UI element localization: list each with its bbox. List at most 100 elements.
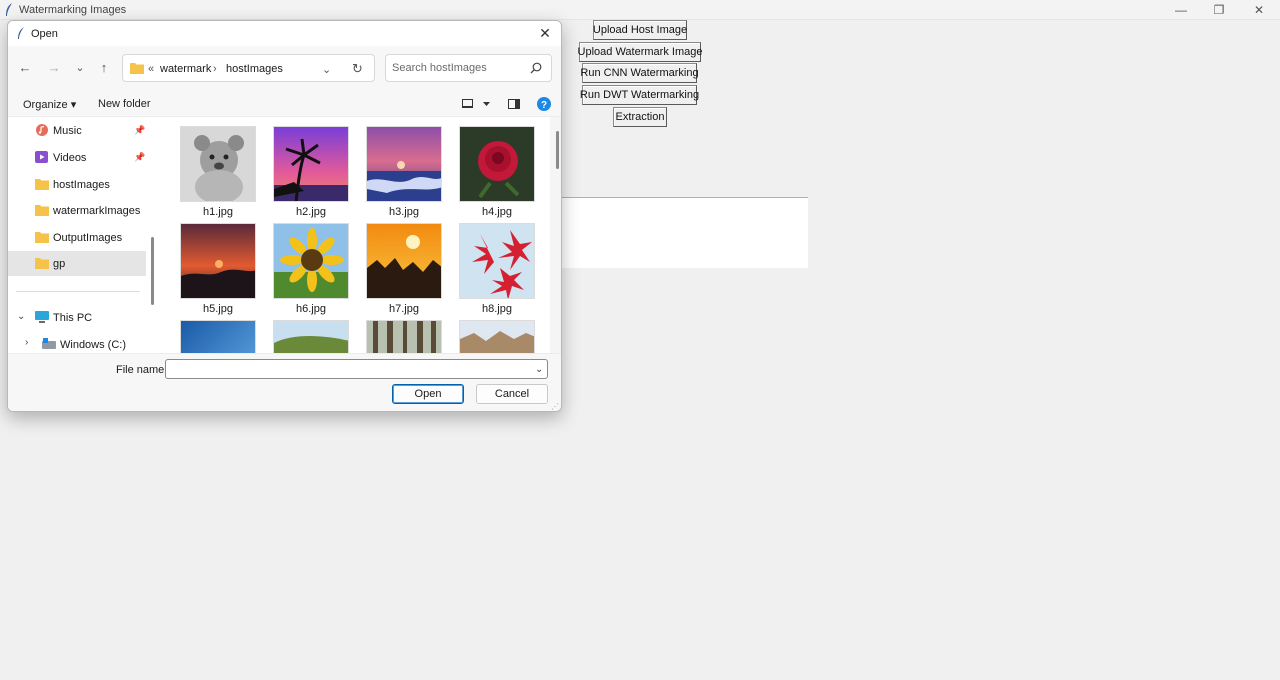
file-name: h8.jpg: [482, 303, 512, 315]
file-name: h2.jpg: [296, 206, 326, 218]
dialog-title: Open: [31, 28, 58, 40]
thumbnail: [459, 320, 535, 353]
preview-pane-icon[interactable]: [508, 99, 520, 109]
feather-icon: [18, 27, 24, 39]
dialog-titlebar: Open ✕: [8, 21, 561, 46]
nav-item-label: Music: [53, 125, 82, 137]
file-name: h5.jpg: [203, 303, 233, 315]
file-item-h3[interactable]: h3.jpg: [364, 126, 444, 222]
output-text-area[interactable]: [562, 197, 808, 268]
address-overflow[interactable]: «: [148, 63, 154, 75]
file-name-label: File name:: [116, 364, 168, 376]
open-button[interactable]: Open: [392, 384, 464, 404]
recent-locations-icon[interactable]: ⌄: [73, 61, 87, 75]
nav-item-label: Windows (C:): [60, 339, 127, 351]
drive-icon: [42, 338, 56, 349]
nav-pane-scrollbar[interactable]: [151, 237, 154, 305]
navigation-pane: Music 📌 Videos 📌 hostImages watermarkIma…: [8, 117, 156, 353]
thumbnail: [459, 126, 535, 202]
folder-icon: [35, 258, 49, 269]
svg-text:?: ?: [541, 100, 547, 111]
thumbnail: [180, 320, 256, 353]
expand-chevron-icon[interactable]: ⌄: [17, 311, 25, 322]
thumbnail: [180, 223, 256, 299]
thumbnail: [366, 223, 442, 299]
breadcrumb-separator: ›: [213, 63, 217, 75]
file-item-partial[interactable]: [457, 320, 537, 353]
file-item-h4[interactable]: h4.jpg: [457, 126, 537, 222]
nav-item-watermarkimages[interactable]: watermarkImages: [8, 198, 146, 223]
nav-item-label: watermarkImages: [53, 205, 141, 217]
nav-divider: [16, 291, 140, 292]
file-name-input[interactable]: [165, 359, 548, 379]
help-icon[interactable]: ?: [537, 97, 551, 111]
cancel-button[interactable]: Cancel: [476, 384, 548, 404]
nav-item-this-pc[interactable]: ⌄ This PC: [8, 305, 146, 330]
run-dwt-watermarking-button[interactable]: Run DWT Watermarking: [580, 85, 699, 105]
thumbnail: [273, 223, 349, 299]
file-item-h5[interactable]: h5.jpg: [178, 223, 258, 319]
run-cnn-watermarking-button[interactable]: Run CNN Watermarking: [580, 63, 699, 83]
view-dropdown-icon[interactable]: [483, 102, 490, 106]
file-item-partial[interactable]: [364, 320, 444, 353]
thumbnail: [459, 223, 535, 299]
search-input[interactable]: [392, 61, 522, 75]
nav-item-gp[interactable]: gp: [8, 251, 146, 276]
new-folder-button[interactable]: New folder: [98, 98, 151, 110]
close-button[interactable]: ✕: [1240, 0, 1278, 20]
main-window-titlebar: Watermarking Images — ❐ ✕: [0, 0, 1280, 20]
chevron-down-icon[interactable]: ⌄: [535, 364, 543, 375]
back-icon[interactable]: ←: [18, 61, 32, 75]
nav-item-hostimages[interactable]: hostImages: [8, 172, 146, 197]
file-list-scrollbar[interactable]: [556, 131, 559, 169]
breadcrumb-segment[interactable]: watermark: [160, 63, 211, 75]
music-icon: [36, 124, 48, 136]
file-name: h1.jpg: [203, 206, 233, 218]
address-dropdown-icon[interactable]: ⌄: [322, 63, 331, 76]
extraction-button[interactable]: Extraction: [613, 107, 667, 127]
folder-icon: [35, 205, 49, 216]
search-box[interactable]: [385, 54, 552, 82]
file-item-h2[interactable]: h2.jpg: [271, 126, 351, 222]
nav-item-outputimages[interactable]: OutputImages: [8, 225, 146, 250]
dialog-close-button[interactable]: ✕: [537, 25, 553, 41]
thumbnail: [180, 126, 256, 202]
folder-icon: [35, 232, 49, 243]
file-list: h1.jpg h2.jpg h3.jpg h4.jpg h5.jpg h6.jp…: [160, 117, 550, 353]
file-item-partial[interactable]: [178, 320, 258, 353]
search-icon: [530, 62, 542, 74]
view-mode-icon[interactable]: [462, 99, 473, 109]
resize-grip-icon[interactable]: ⋰: [551, 402, 559, 411]
nav-item-videos[interactable]: Videos 📌: [8, 145, 146, 170]
file-name: h3.jpg: [389, 206, 419, 218]
upload-host-image-button[interactable]: Upload Host Image: [593, 20, 687, 40]
file-name: h6.jpg: [296, 303, 326, 315]
folder-icon: [130, 63, 144, 74]
refresh-icon[interactable]: ↻: [352, 61, 363, 77]
thumbnail: [273, 126, 349, 202]
thumbnail: [366, 320, 442, 353]
pc-icon: [35, 311, 49, 323]
file-item-h6[interactable]: h6.jpg: [271, 223, 351, 319]
upload-watermark-image-button[interactable]: Upload Watermark Image: [578, 42, 702, 62]
nav-item-label: gp: [53, 258, 66, 270]
videos-icon: [35, 151, 48, 163]
file-name: h4.jpg: [482, 206, 512, 218]
file-item-h1[interactable]: h1.jpg: [178, 126, 258, 222]
breadcrumb-segment[interactable]: hostImages: [226, 63, 283, 75]
up-folder-icon[interactable]: ↑: [97, 61, 111, 75]
file-item-h7[interactable]: h7.jpg: [364, 223, 444, 319]
chevron-right-icon[interactable]: ›: [25, 337, 28, 348]
address-bar[interactable]: « watermark › hostImages ⌄ ↻: [122, 54, 375, 82]
forward-icon[interactable]: →: [47, 61, 61, 75]
organize-menu[interactable]: Organize ▾: [23, 98, 76, 111]
minimize-button[interactable]: —: [1162, 0, 1200, 20]
restore-button[interactable]: ❐: [1200, 0, 1238, 20]
nav-item-music[interactable]: Music 📌: [8, 118, 146, 143]
file-item-partial[interactable]: [271, 320, 351, 353]
dialog-footer: File name: ⌄ Open Cancel ⋰: [8, 353, 561, 411]
file-name: h7.jpg: [389, 303, 419, 315]
file-item-h8[interactable]: h8.jpg: [457, 223, 537, 319]
navigation-bar: ← → ⌄ ↑ « watermark › hostImages ⌄ ↻: [8, 46, 561, 92]
nav-item-label: Videos: [53, 152, 87, 164]
